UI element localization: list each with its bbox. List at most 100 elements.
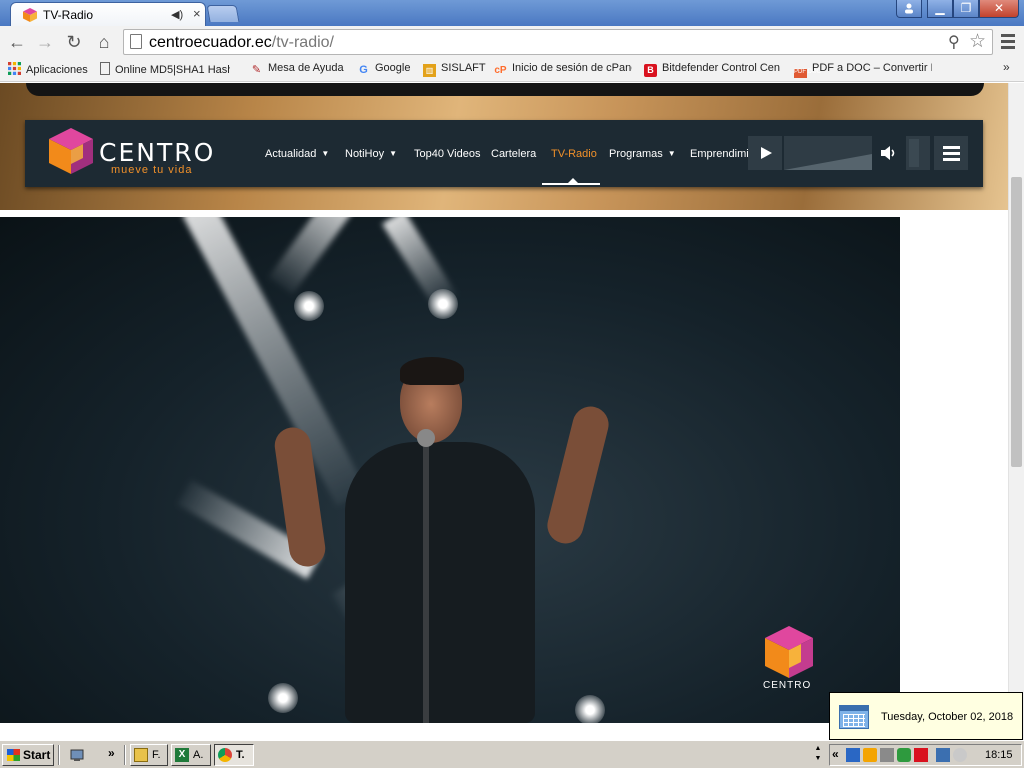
speaker-icon[interactable]: ◀) [171,8,183,21]
bookmark-google[interactable]: G Google [357,62,417,78]
centro-logo-cube-icon[interactable] [47,126,95,176]
bookmark-sislaft[interactable]: ▥ SISLAFT [423,62,487,78]
user-profile-icon[interactable] [896,0,922,18]
nav-programas[interactable]: Programas ▼ [609,148,676,160]
nav-label: Actualidad [265,148,317,160]
chevron-down-icon: ▼ [321,149,330,158]
bitdefender-icon[interactable] [914,748,928,762]
calendar-icon [839,705,869,729]
taskbar-folder-window[interactable]: F. [130,744,168,766]
nav-emprendimiento-clip: Emprendimie [690,140,752,164]
centro-favicon-icon [23,8,37,22]
bookmark-online-md5[interactable]: Online MD5|SHA1 Hash G [100,62,230,78]
quicklaunch-overflow[interactable]: » [108,746,115,760]
live-tv-video-player[interactable]: CENTRO [0,217,900,723]
nav-top40-videos[interactable]: Top40 Videos [414,148,480,160]
back-arrow-icon[interactable]: ← [6,31,28,53]
bookmark-label: Online MD5|SHA1 Hash G [115,64,230,76]
audio-progress-bar[interactable] [784,136,872,170]
url-text[interactable]: centroecuador.ec/tv-radio/ [149,34,334,52]
nav-label: NotiHoy [345,148,385,160]
mic-stand [423,442,429,723]
new-tab-button[interactable] [206,5,240,22]
date-tooltip-text: Tuesday, October 02, 2018 [881,711,1014,723]
bookmark-label: PDF a DOC – Convertir P [812,62,932,74]
tray-scroll-buttons[interactable]: ▲ ▼ [810,744,826,766]
nav-emprendimiento[interactable]: Emprendimie [690,148,752,160]
bookmark-star-icon[interactable]: ☆ [969,30,986,53]
nav-label: Top40 Videos [414,148,481,160]
folder-icon [134,748,148,762]
network-icon[interactable] [846,748,860,762]
taskbar-excel-window[interactable]: X A. [171,744,211,766]
progress-wedge [784,154,872,170]
stage-spotlight [294,291,324,321]
apps-grid-icon [8,62,21,75]
microphone [417,429,435,447]
forward-arrow-icon[interactable]: → [34,31,56,53]
windows-taskbar: Start » F. X A. T. ▲ ▼ « 18:15 [0,740,1024,768]
outlook-icon[interactable] [863,748,877,762]
display-icon[interactable] [936,748,950,762]
task-label: A. [193,749,204,761]
nav-tv-radio[interactable]: TV-Radio [551,148,597,160]
playlist-line [943,146,960,149]
play-icon[interactable] [748,136,782,170]
bookmark-cpanel[interactable]: cP Inicio de sesión de cPane [494,62,632,78]
taskbar-clock[interactable]: 18:15 [985,749,1013,761]
start-button[interactable]: Start [2,744,54,766]
bookmark-label: Inicio de sesión de cPane [512,62,632,74]
performer-arm [543,402,613,548]
bookmark-pdf-a-doc[interactable]: PDF DOCPDF a DOC – Convertir P [794,62,932,78]
bookmarks-bar: Aplicaciones Online MD5|SHA1 Hash G ✎ Mes… [0,58,1024,82]
bitdefender-icon: B [644,64,657,77]
volume-slider-track [909,139,919,167]
close-window-button[interactable]: ✕ [979,0,1019,18]
tab-close-icon[interactable]: × [193,6,201,21]
taskbar-chrome-window[interactable]: T. [214,744,254,766]
nav-label: Cartelera [491,148,537,160]
sislaft-icon: ▥ [423,64,436,77]
playlist-line [943,152,960,155]
home-icon[interactable]: ⌂ [93,31,115,53]
stage-spotlight [268,683,298,713]
bookmark-mesa-de-ayuda[interactable]: ✎ Mesa de Ayuda [250,62,348,78]
bookmarks-overflow-button[interactable]: » [1003,60,1010,74]
nav-cartelera[interactable]: Cartelera [491,148,536,160]
show-desktop-icon[interactable] [70,747,86,763]
excel-icon: X [175,748,189,762]
nav-notihoy[interactable]: NotiHoy ▼ [345,148,397,160]
reload-icon[interactable]: ↻ [63,31,85,53]
chrome-menu-icon[interactable] [997,31,1019,53]
bookmark-bitdefender[interactable]: B Bitdefender Control Cen [644,62,782,78]
address-bar[interactable]: centroecuador.ec/tv-radio/ ⚲ ☆ [123,29,993,55]
chat-icon[interactable] [897,748,911,762]
top-bar-strip [26,83,984,96]
task-label: F. [152,749,161,761]
maximize-button[interactable]: ❐ [953,0,979,18]
nav-label: Programas [609,148,663,160]
zoom-icon[interactable]: ⚲ [948,32,960,52]
volume-slider[interactable] [906,136,930,170]
volume-icon[interactable] [880,145,896,161]
logo-wordmark[interactable]: CENTRO [99,138,215,167]
nav-actualidad[interactable]: Actualidad ▼ [265,148,329,160]
playlist-icon[interactable] [934,136,968,170]
minimize-button[interactable]: ▁ [927,0,953,18]
tab-tv-radio[interactable]: TV-Radio ◀) × [10,2,206,26]
web-page: CENTRO mueve tu vida Actualidad ▼ NotiHoy… [0,83,1008,740]
page-icon [130,34,142,49]
printer-icon[interactable] [880,748,894,762]
tray-expand-button[interactable]: « [832,747,839,761]
nav-label: TV-Radio [551,148,597,160]
scrollbar-thumb[interactable] [1011,177,1022,467]
radio-player [748,136,970,170]
volume-muted-icon[interactable] [953,748,967,762]
taskbar-separator [58,745,60,765]
pdf-icon: PDF DOC [794,69,821,78]
stage-light-beam [181,217,367,507]
page-scrollbar[interactable] [1008,83,1024,740]
performer-body [345,442,535,723]
bookmark-aplicaciones[interactable]: Aplicaciones [8,62,108,78]
task-label: T. [236,749,245,761]
